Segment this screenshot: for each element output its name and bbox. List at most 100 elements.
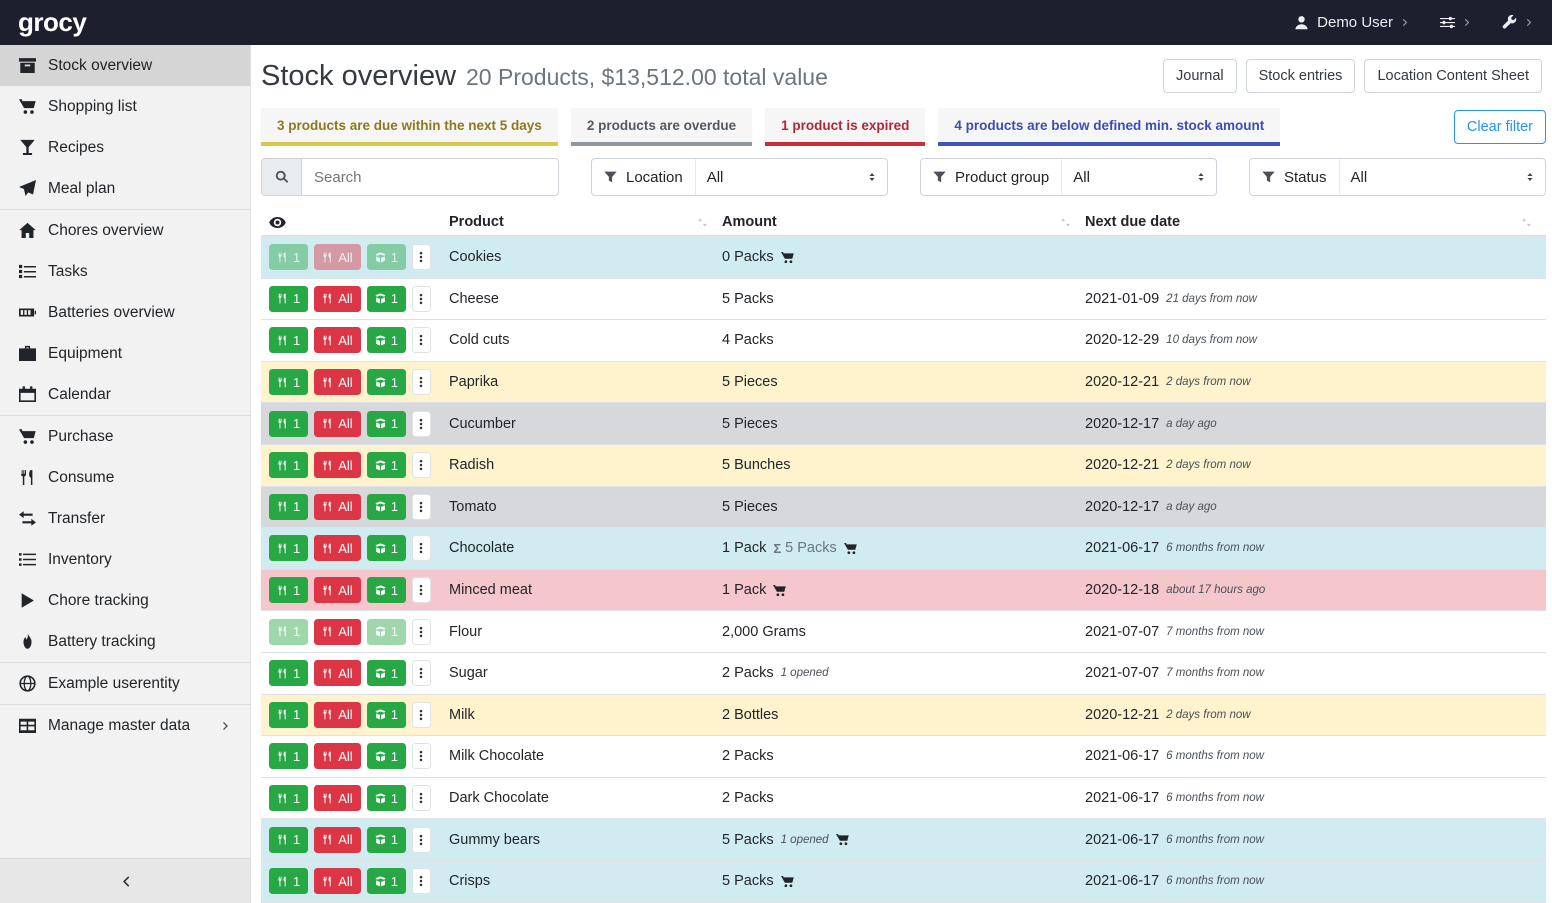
journal-button[interactable]: Journal xyxy=(1163,59,1237,93)
table-row[interactable]: 1All1Cold cuts4 Packs2020-12-2910 days f… xyxy=(261,320,1546,362)
consume-all-button[interactable]: All xyxy=(314,785,360,811)
row-menu-button[interactable] xyxy=(412,660,431,686)
table-row[interactable]: 1All1Cookies0 Packs xyxy=(261,237,1546,279)
product-group-select[interactable]: All xyxy=(1061,159,1216,195)
consume-all-button[interactable]: All xyxy=(314,244,360,270)
consume-one-button[interactable]: 1 xyxy=(269,577,308,603)
tools-menu[interactable] xyxy=(1502,15,1534,30)
table-row[interactable]: 1All1Radish5 Bunches2020-12-212 days fro… xyxy=(261,445,1546,487)
row-menu-button[interactable] xyxy=(412,827,431,853)
open-one-button[interactable]: 1 xyxy=(367,660,406,686)
consume-all-button[interactable]: All xyxy=(314,327,360,353)
consume-one-button[interactable]: 1 xyxy=(269,494,308,520)
open-one-button[interactable]: 1 xyxy=(367,743,406,769)
row-menu-button[interactable] xyxy=(412,743,431,769)
sidebar-item-example-userentity[interactable]: Example userentity xyxy=(0,663,250,704)
location-content-sheet-button[interactable]: Location Content Sheet xyxy=(1364,59,1542,93)
row-menu-button[interactable] xyxy=(412,327,431,353)
sidebar-collapse-button[interactable] xyxy=(0,858,250,903)
table-row[interactable]: 1All1Chocolate1 PackΣ5 Packs2021-06-176 … xyxy=(261,528,1546,570)
consume-all-button[interactable]: All xyxy=(314,868,360,894)
status-banner-due[interactable]: 3 products are due within the next 5 day… xyxy=(261,108,558,146)
row-menu-button[interactable] xyxy=(412,535,431,561)
open-one-button[interactable]: 1 xyxy=(367,702,406,728)
open-one-button[interactable]: 1 xyxy=(367,619,406,645)
table-row[interactable]: 1All1Tomato5 Pieces2020-12-17a day ago xyxy=(261,487,1546,529)
table-row[interactable]: 1All1Minced meat1 Pack2020-12-18about 17… xyxy=(261,570,1546,612)
table-row[interactable]: 1All1Sugar2 Packs1 opened2021-07-077 mon… xyxy=(261,653,1546,695)
sidebar-item-meal-plan[interactable]: Meal plan xyxy=(0,168,250,209)
consume-one-button[interactable]: 1 xyxy=(269,286,308,312)
row-menu-button[interactable] xyxy=(412,868,431,894)
sidebar-item-chores-overview[interactable]: Chores overview xyxy=(0,210,250,251)
consume-all-button[interactable]: All xyxy=(314,535,360,561)
row-menu-button[interactable] xyxy=(412,619,431,645)
open-one-button[interactable]: 1 xyxy=(367,577,406,603)
consume-all-button[interactable]: All xyxy=(314,619,360,645)
table-row[interactable]: 1All1Paprika5 Pieces2020-12-212 days fro… xyxy=(261,362,1546,404)
table-row[interactable]: 1All1Crisps5 Packs2021-06-176 months fro… xyxy=(261,861,1546,903)
consume-all-button[interactable]: All xyxy=(314,452,360,478)
open-one-button[interactable]: 1 xyxy=(367,494,406,520)
consume-one-button[interactable]: 1 xyxy=(269,327,308,353)
sidebar-item-consume[interactable]: Consume xyxy=(0,457,250,498)
sidebar-item-battery-tracking[interactable]: Battery tracking xyxy=(0,621,250,662)
sidebar-item-manage-master-data[interactable]: Manage master data xyxy=(0,705,250,746)
status-banner-belowmin[interactable]: 4 products are below defined min. stock … xyxy=(938,108,1280,146)
consume-all-button[interactable]: All xyxy=(314,286,360,312)
open-one-button[interactable]: 1 xyxy=(367,827,406,853)
grocy-logo[interactable]: grocy xyxy=(18,0,86,45)
sidebar-item-stock-overview[interactable]: Stock overview xyxy=(0,45,250,86)
table-row[interactable]: 1All1Dark Chocolate2 Packs2021-06-176 mo… xyxy=(261,778,1546,820)
consume-one-button[interactable]: 1 xyxy=(269,535,308,561)
open-one-button[interactable]: 1 xyxy=(367,785,406,811)
consume-one-button[interactable]: 1 xyxy=(269,827,308,853)
open-one-button[interactable]: 1 xyxy=(367,369,406,395)
consume-all-button[interactable]: All xyxy=(314,577,360,603)
status-banner-expired[interactable]: 1 product is expired xyxy=(765,108,925,146)
row-menu-button[interactable] xyxy=(412,494,431,520)
sidebar-item-purchase[interactable]: Purchase xyxy=(0,416,250,457)
settings-menu[interactable] xyxy=(1440,15,1472,30)
row-menu-button[interactable] xyxy=(412,244,431,270)
sidebar-item-recipes[interactable]: Recipes xyxy=(0,127,250,168)
column-header-amount[interactable]: Amount xyxy=(722,214,1085,230)
consume-all-button[interactable]: All xyxy=(314,369,360,395)
consume-one-button[interactable]: 1 xyxy=(269,660,308,686)
status-select[interactable]: All xyxy=(1339,159,1545,195)
table-row[interactable]: 1All1Cheese5 Packs2021-01-0921 days from… xyxy=(261,279,1546,321)
open-one-button[interactable]: 1 xyxy=(367,411,406,437)
row-menu-button[interactable] xyxy=(412,369,431,395)
open-one-button[interactable]: 1 xyxy=(367,286,406,312)
row-menu-button[interactable] xyxy=(412,452,431,478)
consume-all-button[interactable]: All xyxy=(314,494,360,520)
row-menu-button[interactable] xyxy=(412,702,431,728)
column-header-product[interactable]: Product xyxy=(449,214,722,230)
consume-all-button[interactable]: All xyxy=(314,702,360,728)
row-menu-button[interactable] xyxy=(412,286,431,312)
sidebar-item-transfer[interactable]: Transfer xyxy=(0,498,250,539)
open-one-button[interactable]: 1 xyxy=(367,452,406,478)
table-row[interactable]: 1All1Milk Chocolate2 Packs2021-06-176 mo… xyxy=(261,736,1546,778)
consume-all-button[interactable]: All xyxy=(314,660,360,686)
row-menu-button[interactable] xyxy=(412,577,431,603)
location-select[interactable]: All xyxy=(695,159,887,195)
sidebar-item-shopping-list[interactable]: Shopping list xyxy=(0,86,250,127)
consume-one-button[interactable]: 1 xyxy=(269,702,308,728)
consume-all-button[interactable]: All xyxy=(314,743,360,769)
search-input[interactable] xyxy=(302,159,558,195)
sidebar-item-chore-tracking[interactable]: Chore tracking xyxy=(0,580,250,621)
eye-toggle-button[interactable] xyxy=(269,214,286,231)
table-row[interactable]: 1All1Cucumber5 Pieces2020-12-17a day ago xyxy=(261,403,1546,445)
clear-filter-button[interactable]: Clear filter xyxy=(1454,110,1546,144)
consume-one-button[interactable]: 1 xyxy=(269,785,308,811)
row-menu-button[interactable] xyxy=(412,785,431,811)
sidebar-item-inventory[interactable]: Inventory xyxy=(0,539,250,580)
status-banner-overdue[interactable]: 2 products are overdue xyxy=(571,108,752,146)
stock-entries-button[interactable]: Stock entries xyxy=(1246,59,1356,93)
table-row[interactable]: 1All1Flour2,000 Grams2021-07-077 months … xyxy=(261,611,1546,653)
open-one-button[interactable]: 1 xyxy=(367,868,406,894)
consume-one-button[interactable]: 1 xyxy=(269,411,308,437)
table-row[interactable]: 1All1Milk2 Bottles2020-12-212 days from … xyxy=(261,695,1546,737)
consume-all-button[interactable]: All xyxy=(314,411,360,437)
